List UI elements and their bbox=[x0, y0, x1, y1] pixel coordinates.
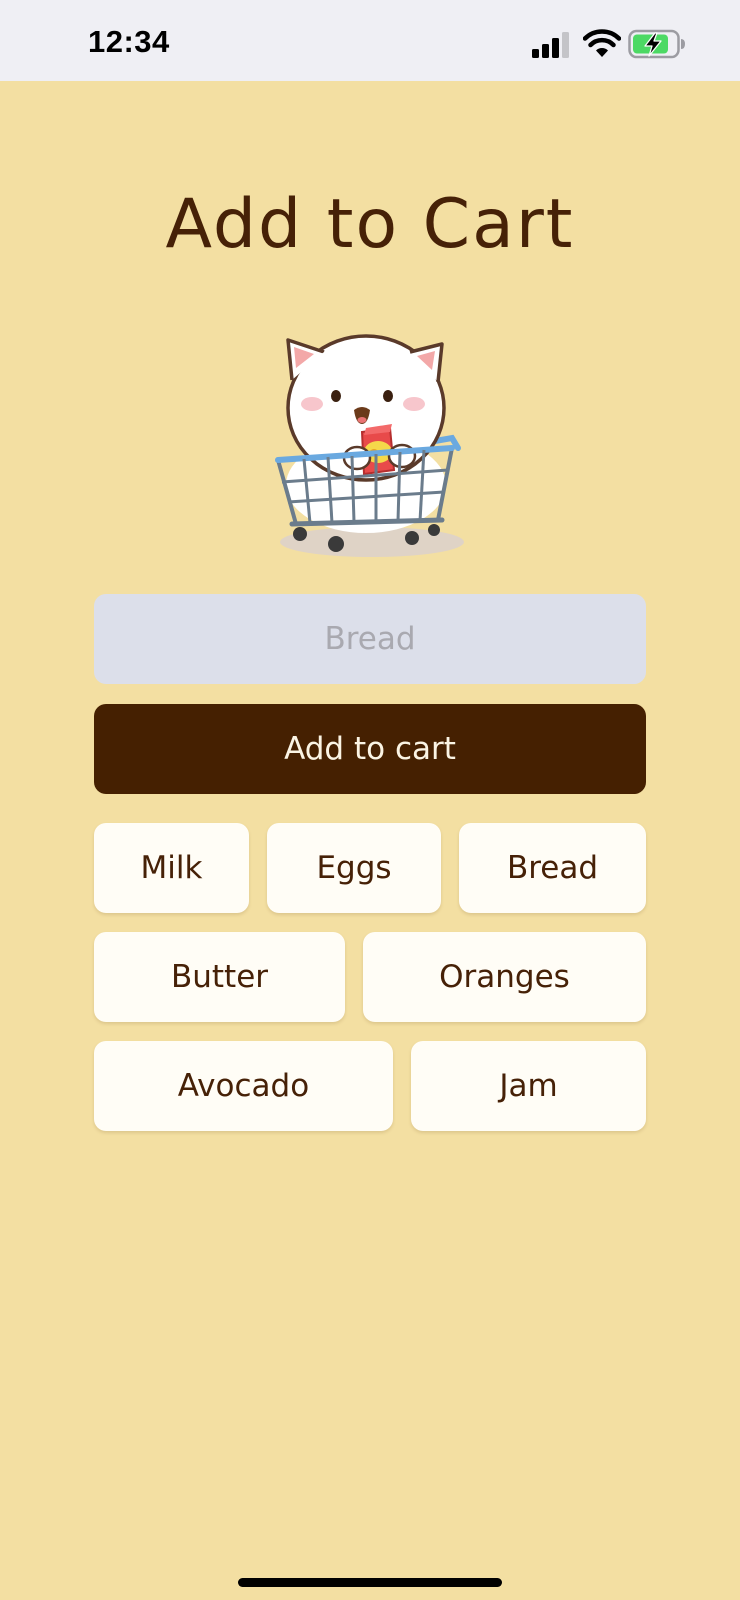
suggestion-chip-bread[interactable]: Bread bbox=[459, 823, 646, 913]
suggestion-chip-milk[interactable]: Milk bbox=[94, 823, 249, 913]
item-input[interactable] bbox=[94, 594, 646, 684]
battery-charging-icon bbox=[628, 29, 685, 59]
suggestion-chip-butter[interactable]: Butter bbox=[94, 932, 345, 1022]
wifi-icon bbox=[583, 29, 621, 57]
status-time: 12:34 bbox=[88, 24, 170, 59]
cellular-signal-icon bbox=[532, 32, 569, 58]
suggestion-chip-eggs[interactable]: Eggs bbox=[267, 823, 441, 913]
suggestion-chip-oranges[interactable]: Oranges bbox=[363, 932, 646, 1022]
cat-in-shopping-cart-icon bbox=[275, 334, 464, 557]
status-bar: 12:34 bbox=[0, 0, 740, 81]
suggestion-chip-jam[interactable]: Jam bbox=[411, 1041, 646, 1131]
suggestion-chip-avocado[interactable]: Avocado bbox=[94, 1041, 393, 1131]
page-title: Add to Cart bbox=[165, 185, 575, 264]
add-to-cart-button[interactable]: Add to cart bbox=[94, 704, 646, 794]
home-indicator[interactable] bbox=[238, 1578, 502, 1587]
